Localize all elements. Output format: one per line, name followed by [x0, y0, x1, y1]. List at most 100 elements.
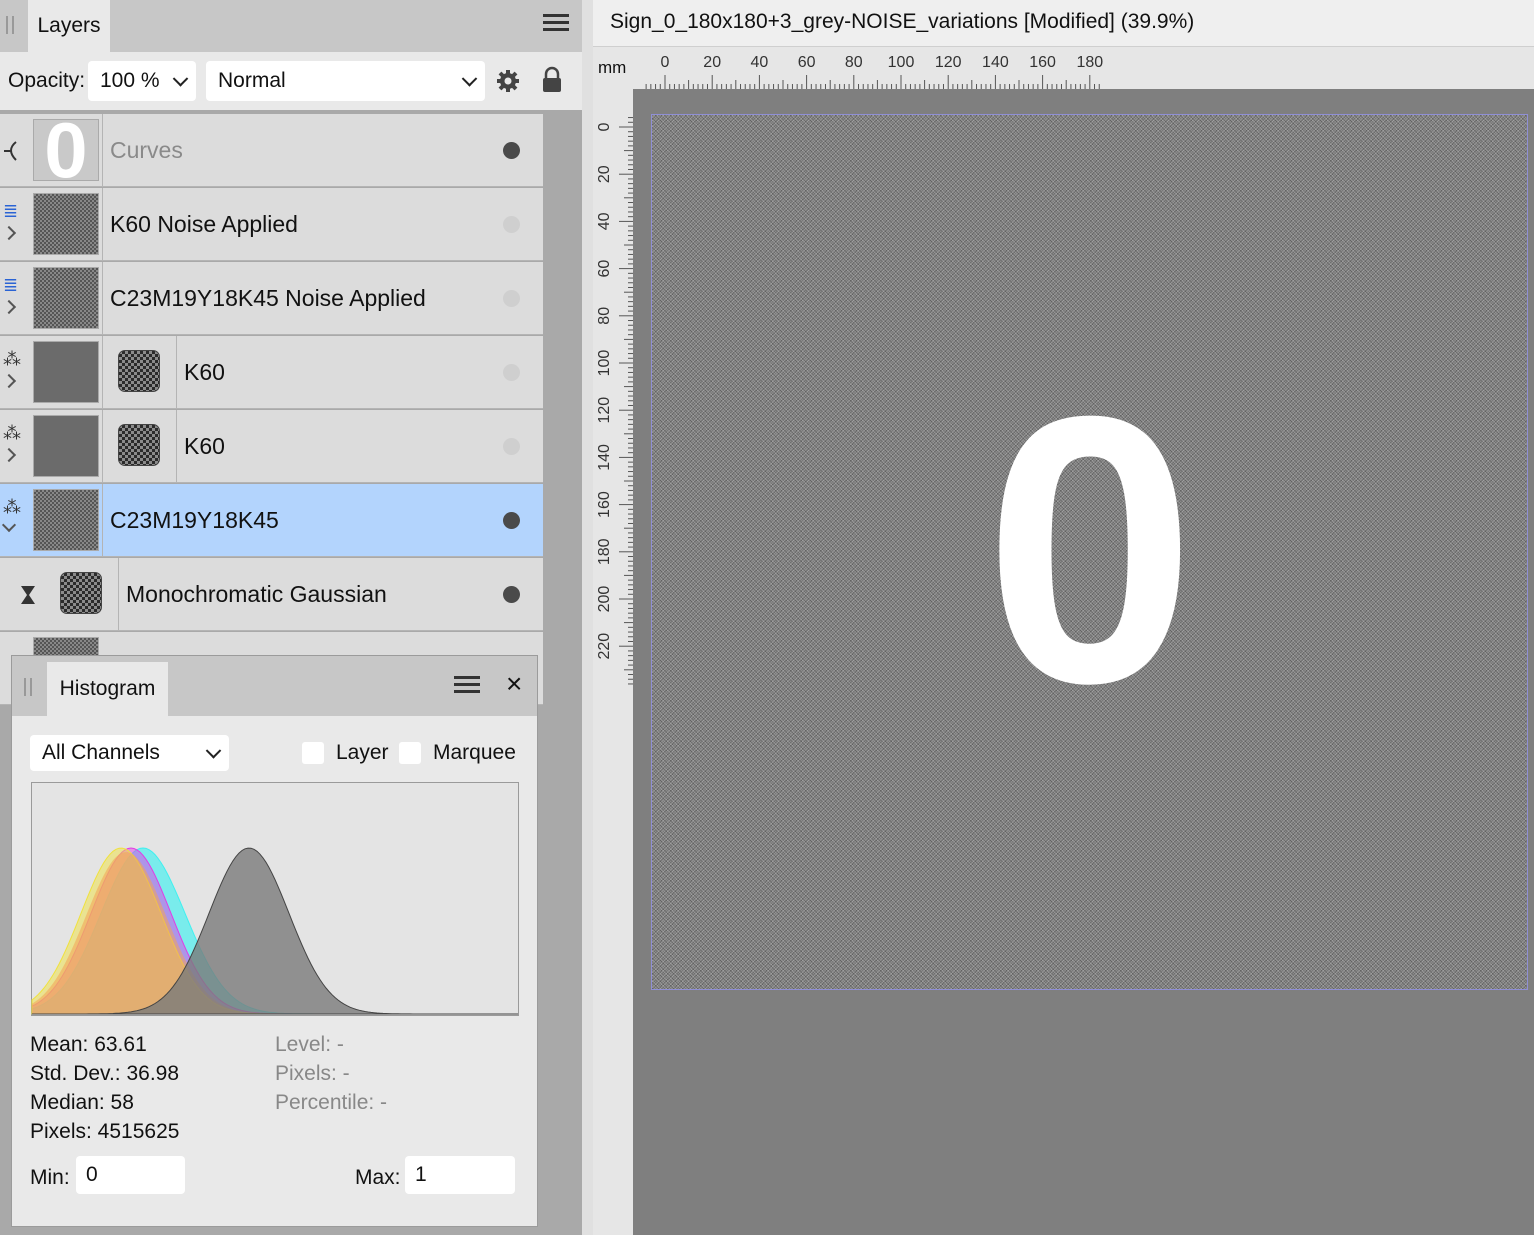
curves-adjustment-icon [4, 141, 17, 161]
ruler-tick-label: 180 [596, 538, 613, 565]
expand-arrow-icon[interactable] [1, 299, 17, 315]
document-title: Sign_0_180x180+3_grey-NOISE_variations [… [610, 10, 1195, 33]
ruler-tick-label: 60 [798, 54, 816, 71]
histogram-panel: Histogram × All Channels Layer Marquee M… [11, 655, 538, 1227]
layer-row-k60-noise-applied[interactable]: ≣ K60 Noise Applied [0, 188, 543, 261]
max-label: Max: [355, 1166, 401, 1189]
ruler-tick-label: 120 [935, 54, 962, 71]
chevron-down-icon [172, 71, 189, 87]
histogram-menu-icon[interactable] [454, 672, 480, 697]
visibility-toggle[interactable] [503, 142, 520, 159]
visibility-toggle[interactable] [503, 586, 520, 603]
ruler-tick-label: 40 [596, 212, 613, 230]
histogram-tab-bar: Histogram × [12, 656, 537, 716]
min-input[interactable]: 0 [76, 1156, 185, 1194]
visibility-toggle[interactable] [503, 364, 520, 381]
horizontal-ruler[interactable]: mm 0 20 40 60 80 100 120 140 160 180 [593, 47, 1534, 89]
ruler-tick-label: 120 [596, 397, 613, 424]
channel-dropdown[interactable]: All Channels [30, 735, 229, 771]
layer-name: C23M19Y18K45 [110, 507, 279, 533]
stat-mean: Mean: 63.61 [30, 1033, 147, 1056]
stat-pixels-selection: Pixels: - [275, 1062, 350, 1085]
layer-row-monochromatic-gaussian[interactable]: Monochromatic Gaussian [0, 558, 543, 631]
visibility-toggle[interactable] [503, 512, 520, 529]
tab-histogram[interactable]: Histogram [47, 662, 168, 716]
visibility-toggle[interactable] [503, 438, 520, 455]
layer-name: K60 [184, 359, 225, 385]
pixel-layer-icon: ≣ [3, 275, 19, 295]
shapes-icon: ⁂ [3, 497, 21, 517]
channel-value: All Channels [42, 741, 160, 764]
layer-thumbnail [33, 489, 99, 551]
expand-arrow-icon[interactable] [1, 447, 17, 463]
layer-thumbnail [33, 267, 99, 329]
layer-row-c23-noise-applied[interactable]: ≣ C23M19Y18K45 Noise Applied [0, 262, 543, 335]
close-icon[interactable]: × [506, 670, 522, 698]
visibility-toggle[interactable] [503, 290, 520, 307]
ruler-tick-label: 80 [596, 307, 613, 325]
ruler-tick-label: 0 [661, 54, 670, 71]
blend-mode-dropdown[interactable]: Normal [206, 61, 485, 101]
cell-divider [102, 114, 103, 187]
stat-level: Level: - [275, 1033, 344, 1056]
cell-divider [102, 484, 103, 557]
shapes-icon: ⁂ [3, 349, 21, 369]
layer-checkbox-label: Layer [336, 741, 389, 764]
lock-icon[interactable] [541, 66, 563, 94]
shapes-icon: ⁂ [3, 423, 21, 443]
ruler-tick-label: 20 [703, 54, 721, 71]
sign-zero-glyph[interactable]: 0 [940, 340, 1240, 760]
expand-arrow-icon[interactable] [1, 373, 17, 389]
visibility-toggle[interactable] [503, 216, 520, 233]
vertical-ruler-ticks: 0 20 40 60 80 100 120 140 160 180 200 220 [596, 117, 633, 685]
layer-name: Curves [110, 137, 183, 163]
cell-divider [102, 188, 103, 261]
ruler-tick-label: 140 [982, 54, 1009, 71]
panel-grip-icon[interactable] [24, 678, 32, 696]
cell-divider [118, 558, 119, 631]
ruler-tick-label: 140 [596, 444, 613, 471]
cell-divider [176, 336, 177, 409]
collapse-arrow-icon[interactable] [1, 517, 17, 533]
layer-thumbnail [33, 341, 99, 403]
expand-arrow-icon[interactable] [1, 225, 17, 241]
blend-mode-value: Normal [218, 69, 286, 92]
tab-layers[interactable]: Layers [28, 0, 110, 52]
layers-toolbar: Opacity: 100 % Normal [0, 52, 582, 110]
max-input[interactable]: 1 [405, 1156, 515, 1194]
layers-panel: Layers Opacity: 100 % Normal 0 Curves ≣ … [0, 0, 582, 1235]
ruler-tick-label: 80 [845, 54, 863, 71]
cell-divider [176, 410, 177, 483]
horizontal-ruler-ticks: 0 20 40 60 80 100 120 140 160 180 [645, 54, 1103, 89]
opacity-dropdown[interactable]: 100 % [88, 61, 196, 101]
layer-row-k60[interactable]: ⁂ K60 [0, 410, 543, 483]
opacity-value: 100 % [100, 69, 160, 92]
stat-std-dev: Std. Dev.: 36.98 [30, 1062, 180, 1085]
layers-menu-icon[interactable] [543, 10, 569, 35]
marquee-checkbox-label: Marquee [433, 741, 516, 764]
stat-percentile: Percentile: - [275, 1091, 388, 1114]
layer-checkbox[interactable] [302, 742, 324, 764]
ruler-tick-label: 40 [751, 54, 769, 71]
min-label: Min: [30, 1166, 70, 1189]
panel-splitter[interactable] [582, 0, 593, 1235]
ruler-tick-label: 0 [596, 122, 613, 131]
ruler-tick-label: 220 [596, 633, 613, 660]
histogram-graph[interactable] [31, 782, 519, 1016]
filter-thumbnail [60, 572, 102, 614]
layer-thumbnail [33, 193, 99, 255]
document-tab[interactable]: Sign_0_180x180+3_grey-NOISE_variations [… [593, 0, 1534, 47]
layer-row-k60[interactable]: ⁂ K60 [0, 336, 543, 409]
live-filter-icon [21, 586, 35, 604]
chevron-down-icon [461, 71, 478, 87]
layer-row-curves[interactable]: 0 Curves [0, 114, 543, 194]
layer-name: C23M19Y18K45 Noise Applied [110, 285, 426, 311]
stat-pixels: Pixels: 4515625 [30, 1120, 180, 1143]
gear-icon[interactable] [496, 69, 520, 93]
layer-row-c23m19y18k45[interactable]: ⁂ C23M19Y18K45 [0, 484, 543, 557]
panel-grip-icon[interactable] [6, 16, 14, 34]
layer-list: 0 Curves ≣ K60 Noise Applied ≣ C23M19Y18… [0, 114, 543, 714]
marquee-checkbox[interactable] [399, 742, 421, 764]
layer-name: Monochromatic Gaussian [126, 581, 387, 607]
vertical-ruler[interactable]: 0 20 40 60 80 100 120 140 160 180 200 220 [593, 89, 633, 1235]
